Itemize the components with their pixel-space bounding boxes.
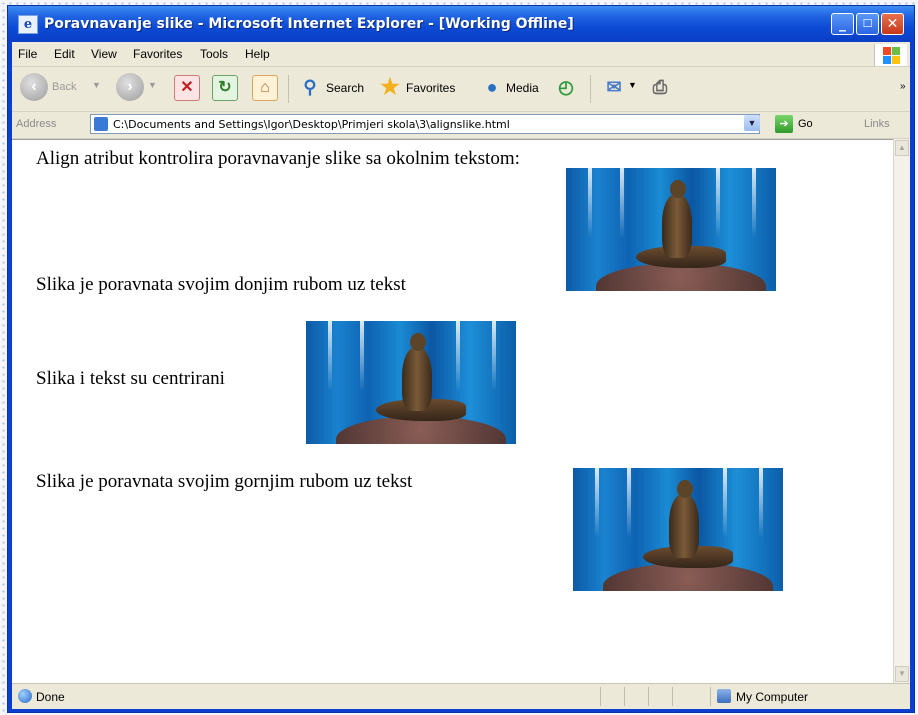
- menu-edit[interactable]: Edit: [54, 47, 75, 61]
- menu-tools[interactable]: Tools: [200, 47, 228, 61]
- maximize-button[interactable]: ☐: [856, 13, 879, 35]
- status-divider: [600, 687, 601, 706]
- scroll-down-icon[interactable]: ▼: [895, 666, 909, 682]
- status-divider: [672, 687, 673, 706]
- address-url: C:\Documents and Settings\Igor\Desktop\P…: [113, 118, 510, 131]
- minimize-button[interactable]: _: [831, 13, 854, 35]
- security-zone: My Computer: [736, 690, 809, 704]
- stop-icon[interactable]: ✕: [174, 75, 200, 101]
- toolbar-separator: [590, 75, 591, 103]
- mermaid-image-bottom: [566, 168, 776, 291]
- go-arrow-icon[interactable]: ➔: [775, 115, 793, 133]
- page-done-icon: [18, 689, 32, 703]
- mail-dropdown-icon[interactable]: ▼: [628, 80, 637, 90]
- status-bar: Done My Computer: [12, 683, 910, 709]
- links-button[interactable]: Links: [864, 118, 890, 130]
- status-divider: [624, 687, 625, 706]
- go-button[interactable]: Go: [798, 118, 813, 130]
- mermaid-image-middle: [306, 321, 516, 444]
- menu-help[interactable]: Help: [245, 47, 270, 61]
- refresh-icon[interactable]: ↻: [212, 75, 238, 101]
- history-icon[interactable]: ◴: [554, 75, 578, 99]
- toolbar-separator: [288, 75, 289, 103]
- my-computer-icon: [717, 689, 731, 703]
- status-divider: [648, 687, 649, 706]
- close-button[interactable]: ✕: [881, 13, 904, 35]
- menu-bar: File Edit View Favorites Tools Help: [12, 42, 910, 67]
- status-divider: [710, 687, 711, 706]
- mail-icon[interactable]: ✉: [602, 75, 626, 99]
- scroll-up-icon[interactable]: ▲: [895, 140, 909, 156]
- ie-logo-icon: e: [18, 15, 38, 34]
- windows-logo-icon: [874, 44, 907, 66]
- status-text: Done: [36, 690, 65, 704]
- page-content: Align atribut kontrolira poravnavanje sl…: [12, 139, 893, 684]
- media-icon[interactable]: ●: [480, 75, 504, 99]
- back-dropdown-icon[interactable]: ▼: [92, 80, 101, 90]
- text-middle-aligned: Slika i tekst su centrirani: [36, 368, 225, 389]
- window-title: Poravnavanje slike - Microsoft Internet …: [44, 16, 574, 32]
- home-icon[interactable]: ⌂: [252, 75, 278, 101]
- forward-dropdown-icon[interactable]: ▼: [148, 80, 157, 90]
- media-label[interactable]: Media: [506, 81, 539, 95]
- browser-frame: File Edit View Favorites Tools Help ‹ Ba…: [12, 42, 910, 709]
- address-bar: Address C:\Documents and Settings\Igor\D…: [12, 112, 910, 139]
- favorites-label[interactable]: Favorites: [406, 81, 455, 95]
- back-label[interactable]: Back: [52, 81, 76, 93]
- toolbar-overflow-icon[interactable]: »: [900, 81, 906, 92]
- forward-arrow-icon[interactable]: ›: [116, 73, 144, 101]
- menu-file[interactable]: File: [18, 47, 37, 61]
- vertical-scrollbar[interactable]: ▲ ▼: [893, 139, 910, 683]
- back-arrow-icon[interactable]: ‹: [20, 73, 48, 101]
- search-icon[interactable]: ⚲: [298, 75, 322, 99]
- browser-window: e Poravnavanje slike - Microsoft Interne…: [8, 6, 914, 712]
- title-bar[interactable]: e Poravnavanje slike - Microsoft Interne…: [8, 6, 914, 42]
- menu-favorites[interactable]: Favorites: [133, 47, 182, 61]
- address-label: Address: [16, 118, 57, 130]
- text-top-aligned: Slika je poravnata svojim gornjim rubom …: [36, 471, 413, 492]
- menu-view[interactable]: View: [91, 47, 117, 61]
- printer-icon[interactable]: ⎙: [648, 75, 672, 99]
- search-label[interactable]: Search: [326, 81, 364, 95]
- text-bottom-aligned: Slika je poravnata svojim donjim rubom u…: [36, 274, 406, 295]
- standard-toolbar: ‹ Back ▼ › ▼ ✕ ↻ ⌂ ⚲ Search ★ Favorites …: [12, 67, 910, 112]
- page-heading: Align atribut kontrolira poravnavanje sl…: [36, 148, 520, 169]
- mermaid-image-top: [573, 468, 783, 591]
- star-icon[interactable]: ★: [378, 75, 402, 99]
- address-input[interactable]: C:\Documents and Settings\Igor\Desktop\P…: [90, 114, 760, 134]
- page-icon: [94, 117, 108, 131]
- address-dropdown-icon[interactable]: ▼: [744, 115, 760, 131]
